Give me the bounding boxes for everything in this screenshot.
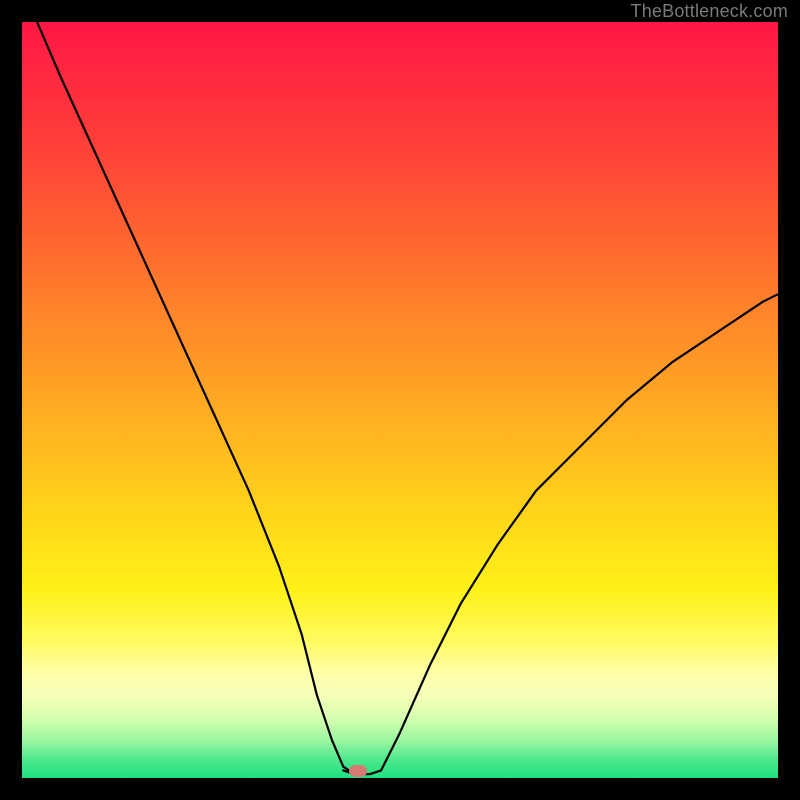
watermark-label: TheBottleneck.com bbox=[631, 1, 788, 22]
optimum-marker bbox=[349, 765, 367, 777]
chart-frame: TheBottleneck.com bbox=[0, 0, 800, 800]
bottleneck-curve bbox=[22, 22, 778, 778]
plot-area bbox=[22, 22, 778, 778]
curve-path bbox=[37, 22, 778, 774]
